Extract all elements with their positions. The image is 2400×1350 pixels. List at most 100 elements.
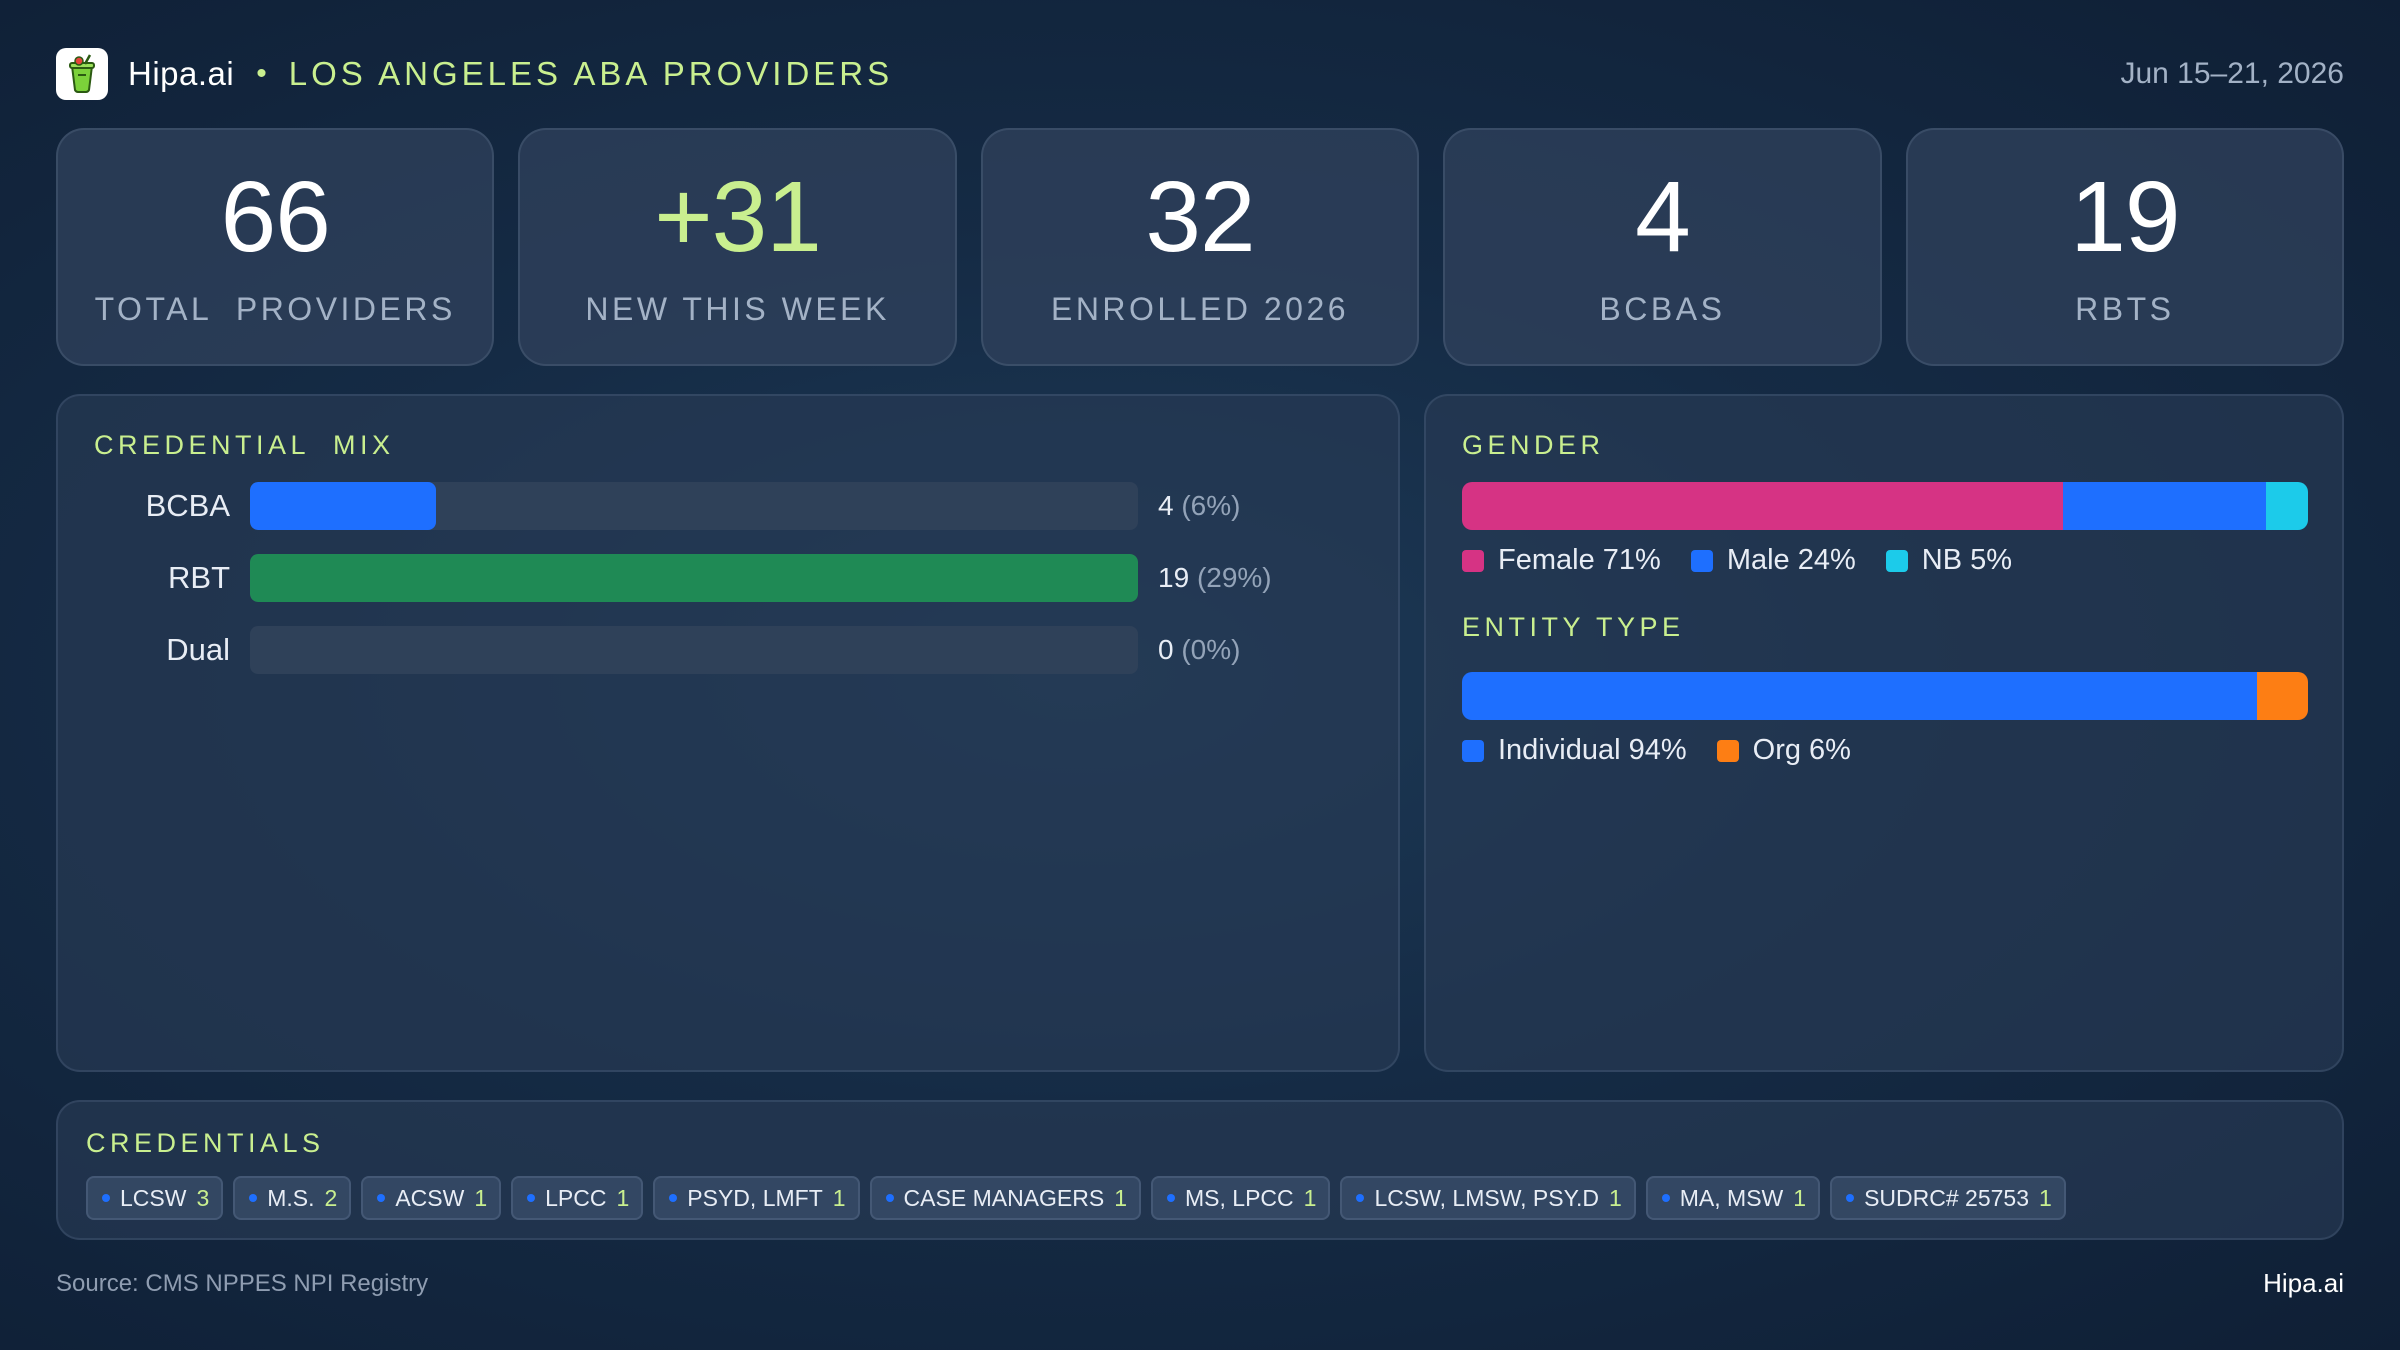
chip-label: ACSW (395, 1184, 465, 1211)
mix-count: 0 (1158, 634, 1174, 665)
legend-label: NB 5% (1921, 544, 2013, 576)
gender-title: GENDER (1462, 430, 1605, 460)
mix-value: 19 (29%) (1158, 562, 1272, 594)
bullet-dot-icon (1356, 1194, 1365, 1202)
legend-item-male: Male 24% (1690, 544, 1856, 577)
mix-track (250, 482, 1138, 530)
chip-count: 3 (196, 1184, 210, 1211)
entity-segment-individual (1462, 672, 2258, 720)
stat-card-enrolled-2026: 32 ENROLLED 2026 (980, 128, 1420, 366)
mix-row-rbt: RBT 19 (29%) (94, 554, 1272, 602)
chip-label: M.S. (267, 1184, 315, 1211)
credential-chip: PSYD, LMFT 1 (653, 1176, 860, 1220)
mix-label: RBT (168, 560, 230, 595)
bullet-dot-icon (669, 1194, 678, 1202)
chip-label: LCSW, LMSW, PSY.D (1374, 1184, 1599, 1211)
entity-type-bar (1462, 672, 2308, 720)
mix-pct: (0%) (1181, 634, 1241, 665)
chip-label: MS, LPCC (1185, 1184, 1294, 1211)
cup-icon (69, 54, 95, 93)
gender-segment-female (1462, 482, 2063, 530)
chip-count: 1 (616, 1184, 630, 1211)
credential-chip: LCSW, LMSW, PSY.D 1 (1340, 1176, 1636, 1220)
bullet-dot-icon (1846, 1194, 1855, 1202)
credential-chip: LPCC 1 (511, 1176, 644, 1220)
logo (56, 48, 108, 100)
mix-label: Dual (166, 632, 230, 667)
gender-legend: Female 71% Male 24% NB 5% (1462, 544, 2042, 577)
stat-label: RBTS (2075, 290, 2175, 327)
chip-count: 1 (1114, 1184, 1127, 1211)
legend-item-org: Org 6% (1716, 734, 1851, 767)
bullet-dot-icon (1661, 1194, 1670, 1202)
mix-pct: (6%) (1181, 490, 1241, 521)
mix-track (250, 626, 1138, 674)
credential-chip: CASE MANAGERS 1 (869, 1176, 1141, 1220)
chip-count: 1 (2038, 1184, 2052, 1211)
mix-count: 4 (1158, 490, 1174, 521)
legend-item-nb: NB 5% (1885, 544, 2013, 577)
stats-row: 66 TOTAL PROVIDERS +31 NEW THIS WEEK 32 … (56, 128, 2345, 366)
brand-name: Hipa.ai (128, 55, 235, 92)
gender-segment-nb (2265, 482, 2308, 530)
legend-swatch (1462, 739, 1484, 762)
credential-chip: SUDRC# 25753 1 (1830, 1176, 2066, 1220)
credential-chip: MA, MSW 1 (1645, 1176, 1821, 1220)
bullet-dot-icon (377, 1194, 386, 1202)
stat-label: BCBAS (1599, 290, 1726, 327)
entity-type-legend: Individual 94% Org 6% (1462, 734, 1881, 767)
mix-row-dual: Dual 0 (0%) (94, 626, 1240, 674)
chip-count: 1 (1303, 1184, 1317, 1211)
chip-label: MA, MSW (1679, 1184, 1784, 1211)
footer-brand: Hipa.ai (2263, 1268, 2344, 1298)
legend-label: Org 6% (1752, 734, 1851, 766)
stat-value: +31 (654, 160, 822, 273)
stat-label: ENROLLED 2026 (1050, 290, 1350, 327)
legend-label: Male 24% (1726, 544, 1856, 576)
panel-title: CREDENTIAL MIX (94, 430, 395, 460)
legend-swatch (1885, 549, 1908, 572)
legend-swatch (1462, 549, 1484, 572)
stat-value: 32 (1145, 160, 1255, 273)
mix-count: 19 (1158, 562, 1190, 593)
header: Hipa.ai • LOS ANGELES ABA PROVIDERS Jun … (56, 48, 2344, 100)
credential-chip: M.S. 2 (233, 1176, 352, 1220)
mix-row-bcba: BCBA 4 (6%) (94, 482, 1240, 530)
stat-value: 66 (220, 160, 331, 273)
stat-card-rbts: 19 RBTS (1905, 128, 2345, 366)
mix-value: 0 (0%) (1158, 634, 1240, 666)
bullet-dot-icon (527, 1194, 536, 1202)
legend-item-female: Female 71% (1462, 544, 1661, 577)
panel-title: CREDENTIALS (86, 1128, 325, 1158)
legend-item-individual: Individual 94% (1462, 734, 1687, 767)
legend-label: Female 71% (1498, 544, 1661, 576)
bullet-dot-icon (249, 1194, 258, 1202)
credential-chips: LCSW 3 M.S. 2 ACSW 1 LPCC 1 PSYD, LMFT 1 CASE… (86, 1176, 2066, 1220)
credential-chip: MS, LPCC 1 (1151, 1176, 1331, 1220)
chip-label: SUDRC# 25753 (1864, 1184, 2029, 1211)
bullet-dot-icon (102, 1194, 110, 1202)
chip-label: PSYD, LMFT (687, 1184, 823, 1211)
chip-count: 1 (832, 1184, 846, 1211)
mix-value: 4 (6%) (1158, 490, 1240, 522)
credential-chip: LCSW 3 (86, 1176, 224, 1220)
date-range: Jun 15–21, 2026 (2120, 57, 2344, 90)
chip-count: 1 (474, 1184, 488, 1211)
chip-count: 1 (1608, 1184, 1622, 1211)
stat-card-new-this-week: +31 NEW THIS WEEK (518, 128, 957, 366)
demographics-panel: GENDER Female 71% Male 24% NB 5% ENTITY … (1424, 394, 2344, 1072)
header-separator: • (256, 57, 267, 90)
stat-card-total-providers: 66 TOTAL PROVIDERS (56, 128, 495, 366)
gender-bar (1462, 482, 2308, 530)
chip-label: LCSW (120, 1184, 187, 1211)
gender-segment-male (2062, 482, 2266, 530)
mix-fill (250, 482, 437, 530)
chip-count: 2 (324, 1184, 338, 1211)
entity-type-title: ENTITY TYPE (1462, 612, 1685, 642)
stat-value: 4 (1635, 160, 1691, 273)
stat-label: TOTAL PROVIDERS (94, 290, 456, 327)
mix-pct: (29%) (1196, 562, 1272, 593)
bullet-dot-icon (885, 1194, 894, 1202)
stat-card-bcbas: 4 BCBAS (1443, 128, 1882, 366)
stat-value: 19 (2070, 160, 2180, 273)
